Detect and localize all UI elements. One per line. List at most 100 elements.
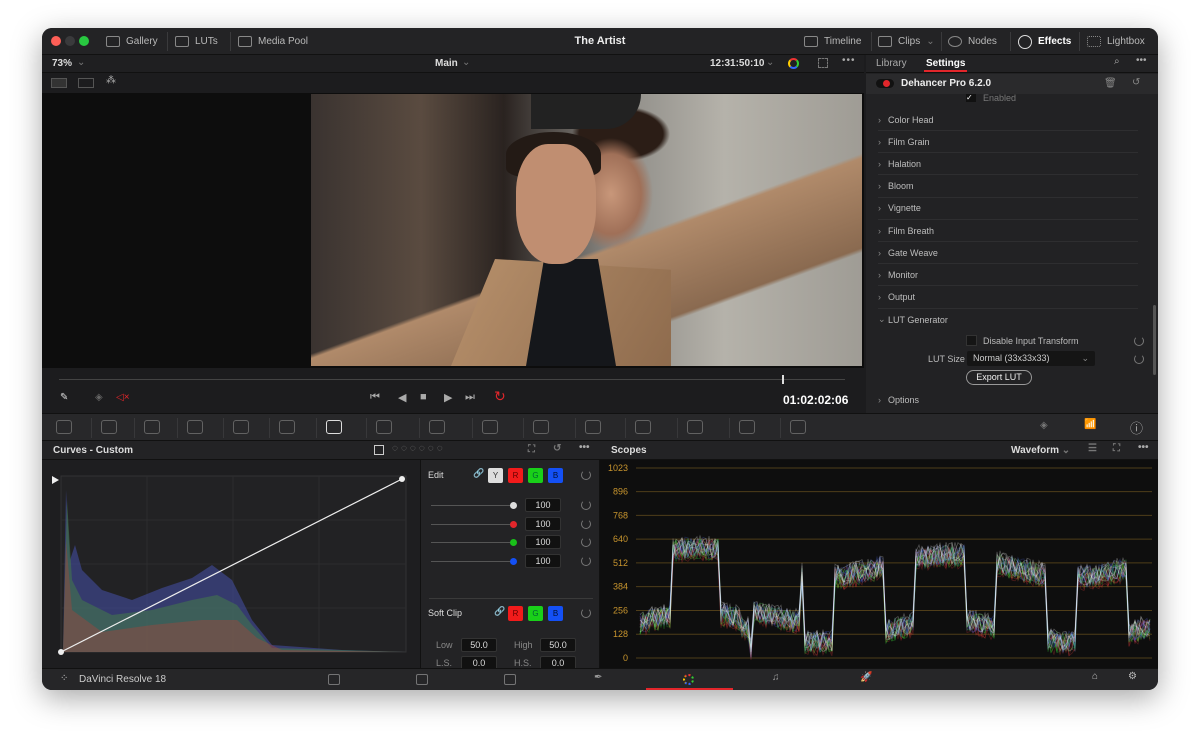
plugin-toggle[interactable] [876, 79, 894, 88]
slider-knob[interactable] [510, 502, 517, 509]
source-timecode[interactable]: 12:31:50:10 [710, 58, 764, 69]
more-options-icon[interactable]: ••• [842, 55, 856, 66]
fullscreen-icon[interactable] [818, 58, 828, 68]
link-icon[interactable]: 🔗 [473, 468, 484, 479]
slider-knob[interactable] [510, 539, 517, 546]
clip-name-dropdown[interactable]: Main [435, 58, 458, 69]
blur-icon[interactable] [635, 420, 651, 434]
channel-slider[interactable] [431, 561, 513, 562]
curves-reset-icon[interactable]: ↺ [553, 443, 561, 454]
section-film-breath[interactable]: ›Film Breath [878, 220, 1138, 242]
primaries-icon[interactable] [144, 420, 160, 434]
cut-page-icon[interactable] [416, 674, 428, 685]
scope-mode-dropdown[interactable]: Waveform ⌄ [1011, 445, 1070, 456]
section-halation[interactable]: ›Halation [878, 153, 1138, 175]
tracker-icon[interactable] [533, 420, 549, 434]
delete-icon[interactable]: 🗑 [1104, 78, 1117, 89]
soft-clip-r-button[interactable]: R [508, 606, 523, 621]
channel-slider[interactable] [431, 542, 513, 543]
qualifier-icon[interactable] [429, 420, 445, 434]
key-icon[interactable] [687, 420, 703, 434]
channel-r-button[interactable]: R [508, 468, 523, 483]
clips-button[interactable]: Clips⌄ [878, 28, 935, 55]
skip-to-end-button[interactable]: ⏭ [465, 391, 475, 404]
scopes-toggle-icon[interactable]: 📶 [1084, 419, 1096, 430]
section-options[interactable]: ›Options [878, 389, 1138, 411]
grid-view-icon[interactable] [78, 78, 94, 88]
channel-value-input[interactable]: 100 [525, 498, 561, 512]
soft-clip-b-button[interactable]: B [548, 606, 563, 621]
color-warper-icon[interactable] [376, 420, 392, 434]
lut-size-dropdown[interactable]: Normal (33x33x33)⌄ [967, 351, 1095, 366]
color-match-icon[interactable] [101, 420, 117, 434]
loop-button[interactable]: ↻ [494, 388, 506, 405]
section-monitor[interactable]: ›Monitor [878, 264, 1138, 286]
reset-icon[interactable] [581, 500, 591, 510]
split-view-icon[interactable] [51, 78, 67, 88]
panel-scrollbar[interactable] [1153, 305, 1156, 375]
channel-value-input[interactable]: 100 [525, 535, 561, 549]
search-icon[interactable]: ⌕ [1114, 56, 1120, 67]
window-icon[interactable] [482, 420, 498, 434]
fusion-page-icon[interactable]: ✒ [594, 672, 602, 683]
curve-point[interactable] [399, 476, 405, 482]
motion-effects-icon[interactable] [279, 420, 295, 434]
high-input[interactable]: 50.0 [540, 638, 576, 652]
plugin-reset-icon[interactable]: ↺ [1132, 77, 1140, 88]
expand-icon[interactable]: ⛶ [528, 444, 535, 455]
mute-icon[interactable]: ◁× [116, 392, 130, 403]
effects-button[interactable]: Effects [1018, 28, 1071, 55]
keyframes-icon[interactable]: ◈ [1040, 420, 1048, 431]
media-page-icon[interactable] [328, 674, 340, 685]
color-page-tab[interactable] [646, 669, 733, 690]
settings-gear-icon[interactable]: ⚙ [1128, 671, 1137, 682]
edit-page-icon[interactable] [504, 674, 516, 685]
section-output[interactable]: ›Output [878, 287, 1138, 309]
curve-graph[interactable] [42, 460, 420, 668]
curves-more-icon[interactable]: ••• [579, 442, 590, 453]
slider-knob[interactable] [510, 521, 517, 528]
scope-expand-icon[interactable]: ⛶ [1113, 443, 1120, 454]
enabled-checkbox[interactable]: ✓ [966, 94, 976, 102]
section-film-grain[interactable]: ›Film Grain [878, 131, 1138, 153]
info-icon[interactable]: ⓘ [1130, 418, 1143, 437]
reset-icon[interactable] [1134, 336, 1144, 346]
channel-slider[interactable] [431, 524, 513, 525]
channel-b-button[interactable]: B [548, 468, 563, 483]
channel-y-button[interactable]: Y [488, 468, 503, 483]
layers-icon[interactable]: ◈ [95, 392, 103, 403]
sizing-icon[interactable] [739, 420, 755, 434]
zoom-dropdown[interactable]: 73% [52, 58, 72, 69]
channel-value-input[interactable]: 100 [525, 554, 561, 568]
picker-icon[interactable]: ✎ [60, 392, 68, 403]
reset-icon[interactable] [1134, 354, 1144, 364]
tab-settings[interactable]: Settings [924, 58, 967, 72]
magic-wand-icon[interactable]: ⁂ [106, 75, 116, 86]
reset-icon[interactable] [581, 537, 591, 547]
stop-button[interactable]: ■ [420, 391, 427, 403]
panel-more-icon[interactable]: ••• [1136, 55, 1147, 66]
curves-editor[interactable] [42, 460, 420, 668]
scope-more-icon[interactable]: ••• [1138, 442, 1149, 453]
fairlight-page-icon[interactable]: ♫ [772, 672, 780, 683]
section-lut-generator[interactable]: ⌄LUT Generator [878, 309, 1138, 331]
nodes-button[interactable]: Nodes [948, 28, 997, 55]
play-button[interactable]: ▶ [444, 391, 452, 404]
channel-slider[interactable] [431, 505, 513, 506]
section-vignette[interactable]: ›Vignette [878, 198, 1138, 220]
channel-g-button[interactable]: G [528, 468, 543, 483]
home-icon[interactable]: ⌂ [1092, 671, 1098, 682]
section-bloom[interactable]: ›Bloom [878, 176, 1138, 198]
magic-mask-icon[interactable] [585, 420, 601, 434]
curve-type-icons[interactable]: ◌◌◌◌◌◌ [392, 443, 446, 454]
timeline-button[interactable]: Timeline [804, 28, 861, 55]
skip-to-start-button[interactable]: ⏮ [370, 391, 380, 404]
section-gate-weave[interactable]: ›Gate Weave [878, 242, 1138, 264]
soft-clip-link-icon[interactable]: 🔗 [494, 606, 505, 617]
curves-icon[interactable] [326, 420, 342, 434]
camera-raw-icon[interactable] [56, 420, 72, 434]
rgb-mixer-icon[interactable] [233, 420, 249, 434]
slider-knob[interactable] [510, 558, 517, 565]
section-color-head[interactable]: ›Color Head [878, 109, 1138, 131]
viewer-image[interactable] [311, 94, 862, 366]
